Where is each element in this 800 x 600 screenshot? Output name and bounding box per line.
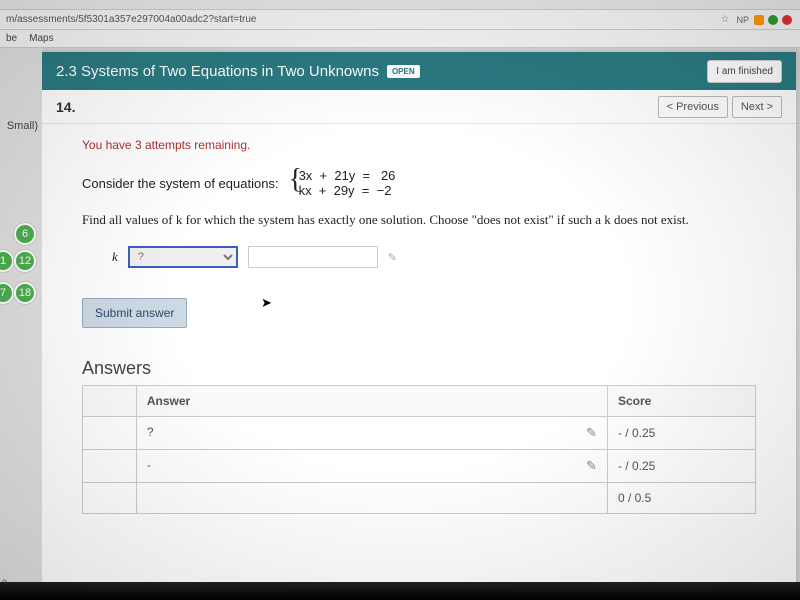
score-cell: 0 / 0.5 <box>607 483 755 514</box>
cursor-icon: ➤ <box>261 295 272 310</box>
question-number: 14. <box>56 99 75 115</box>
bookmark-item[interactable]: be <box>6 33 17 44</box>
ext-icon <box>782 15 792 25</box>
bookmarks-bar: be Maps <box>0 30 800 48</box>
score-cell: - / 0.25 <box>607 450 755 483</box>
sidebar-label: Small) <box>7 120 38 132</box>
attempts-remaining: You have 3 attempts remaining. <box>82 138 756 152</box>
laptop-edge <box>0 582 800 600</box>
question-bar: 14. < Previous Next > <box>42 90 796 124</box>
find-instruction: Find all values of k for which the syste… <box>82 212 756 228</box>
ext-label: NP <box>736 15 749 25</box>
chat-icon[interactable]: ✎ <box>586 425 597 441</box>
table-row: - ✎ - / 0.25 <box>83 450 756 483</box>
answer-cell: - <box>147 458 151 472</box>
ext-icon <box>754 15 764 25</box>
answer-input-row: k ? ✎ <box>112 246 756 268</box>
bubble-12[interactable]: 12 <box>14 250 36 272</box>
question-body: You have 3 attempts remaining. Consider … <box>42 124 796 596</box>
finish-button[interactable]: I am finished <box>707 60 782 83</box>
col-score: Score <box>607 386 755 417</box>
consider-text: Consider the system of equations: <box>82 176 279 191</box>
star-icon[interactable]: ☆ <box>721 14 730 25</box>
pencil-icon[interactable]: ✎ <box>388 251 397 264</box>
variable-k: k <box>112 249 118 265</box>
equation-system: 3x + 21y = 26 kx + 29y = −2 <box>289 168 396 198</box>
condition-select[interactable]: ? <box>128 246 238 268</box>
bubble-6[interactable]: 6 <box>14 223 36 245</box>
equation-2: kx + 29y = −2 <box>299 183 396 198</box>
next-button[interactable]: Next > <box>732 96 782 118</box>
table-row: ? ✎ - / 0.25 <box>83 417 756 450</box>
value-input[interactable] <box>248 246 378 268</box>
col-answer: Answer <box>136 386 607 417</box>
bubble-7[interactable]: 7 <box>0 282 14 304</box>
question-bubbles: 6 1 12 7 18 <box>2 223 36 314</box>
open-badge: OPEN <box>387 65 420 78</box>
ext-icon <box>768 15 778 25</box>
section-title: 2.3 Systems of Two Equations in Two Unkn… <box>56 63 379 80</box>
equation-1: 3x + 21y = 26 <box>299 168 396 183</box>
table-row: 0 / 0.5 <box>83 483 756 514</box>
answer-cell: ? <box>147 425 154 439</box>
bubble-1[interactable]: 1 <box>0 250 14 272</box>
previous-button[interactable]: < Previous <box>658 96 728 118</box>
answers-heading: Answers <box>82 358 756 379</box>
address-bar[interactable]: m/assessments/5f5301a357e297004a00adc2?s… <box>0 10 800 30</box>
section-header: 2.3 Systems of Two Equations in Two Unkn… <box>42 52 796 90</box>
score-cell: - / 0.25 <box>607 417 755 450</box>
bookmark-item[interactable]: Maps <box>29 33 53 44</box>
browser-tabstrip <box>0 0 800 10</box>
prompt-row: Consider the system of equations: 3x + 2… <box>82 168 756 198</box>
url-text: m/assessments/5f5301a357e297004a00adc2?s… <box>6 14 717 25</box>
chat-icon[interactable]: ✎ <box>586 458 597 474</box>
left-sidebar: Small) 6 1 12 7 18 <box>0 48 42 600</box>
answer-cell <box>136 483 607 514</box>
answers-table: Answer Score ? ✎ - / 0.25 - ✎ - / 0.25 0 /… <box>82 385 756 514</box>
bubble-18[interactable]: 18 <box>14 282 36 304</box>
submit-answer-button[interactable]: Submit answer <box>82 298 187 328</box>
main-panel: 2.3 Systems of Two Equations in Two Unkn… <box>42 52 796 596</box>
